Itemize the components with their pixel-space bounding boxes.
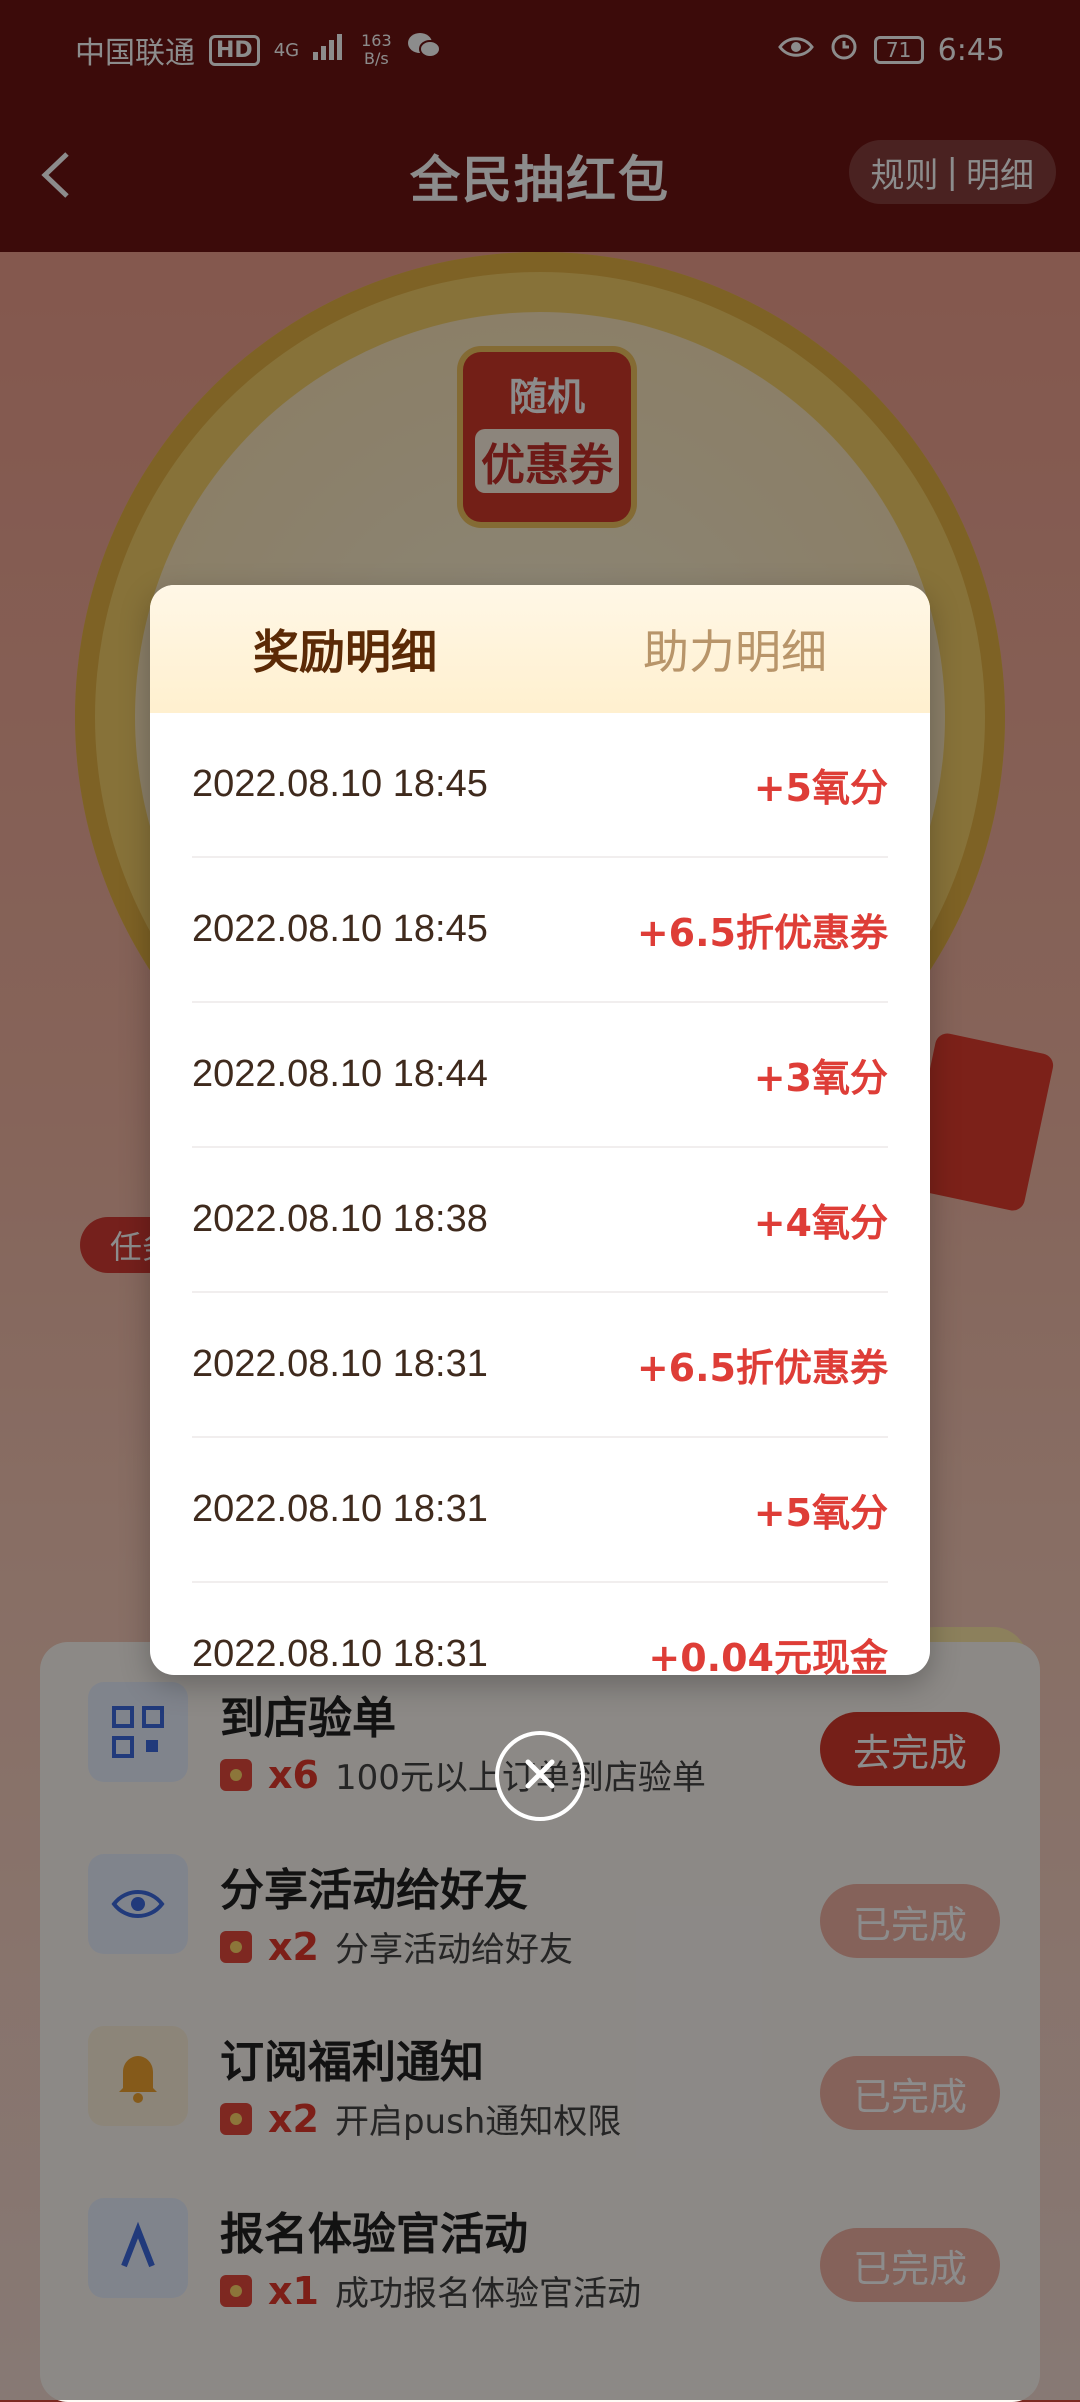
record-time: 2022.08.10 18:45 xyxy=(192,908,488,950)
record-time: 2022.08.10 18:38 xyxy=(192,1198,488,1240)
record-reward: +5氧分 xyxy=(753,1491,888,1535)
record-reward: +6.5折优惠券 xyxy=(636,911,888,955)
close-modal-button[interactable] xyxy=(495,1731,585,1821)
record-time: 2022.08.10 18:31 xyxy=(192,1633,488,1675)
tab-assist-details[interactable]: 助力明细 xyxy=(540,585,930,713)
reward-record: 2022.08.10 18:31 +5氧分 xyxy=(192,1438,888,1583)
record-reward: +4氧分 xyxy=(753,1201,888,1245)
record-reward: +0.04元现金 xyxy=(648,1636,888,1675)
reward-record: 2022.08.10 18:45 +6.5折优惠券 xyxy=(192,858,888,1003)
record-reward: +3氧分 xyxy=(753,1056,888,1100)
reward-record-list[interactable]: 2022.08.10 18:45 +5氧分 2022.08.10 18:45 +… xyxy=(150,713,930,1675)
reward-record: 2022.08.10 18:31 +0.04元现金 xyxy=(192,1583,888,1675)
reward-record: 2022.08.10 18:38 +4氧分 xyxy=(192,1148,888,1293)
tab-reward-details[interactable]: 奖励明细 xyxy=(150,585,540,713)
reward-record: 2022.08.10 18:45 +5氧分 xyxy=(192,713,888,858)
record-reward: +6.5折优惠券 xyxy=(636,1346,888,1390)
record-time: 2022.08.10 18:31 xyxy=(192,1343,488,1385)
reward-details-modal: 奖励明细 助力明细 2022.08.10 18:45 +5氧分 2022.08.… xyxy=(150,585,930,1675)
close-icon xyxy=(520,1754,560,1798)
modal-tabs: 奖励明细 助力明细 xyxy=(150,585,930,713)
record-time: 2022.08.10 18:31 xyxy=(192,1488,488,1530)
reward-record: 2022.08.10 18:44 +3氧分 xyxy=(192,1003,888,1148)
record-time: 2022.08.10 18:45 xyxy=(192,763,488,805)
record-time: 2022.08.10 18:44 xyxy=(192,1053,488,1095)
record-reward: +5氧分 xyxy=(753,766,888,810)
reward-record: 2022.08.10 18:31 +6.5折优惠券 xyxy=(192,1293,888,1438)
